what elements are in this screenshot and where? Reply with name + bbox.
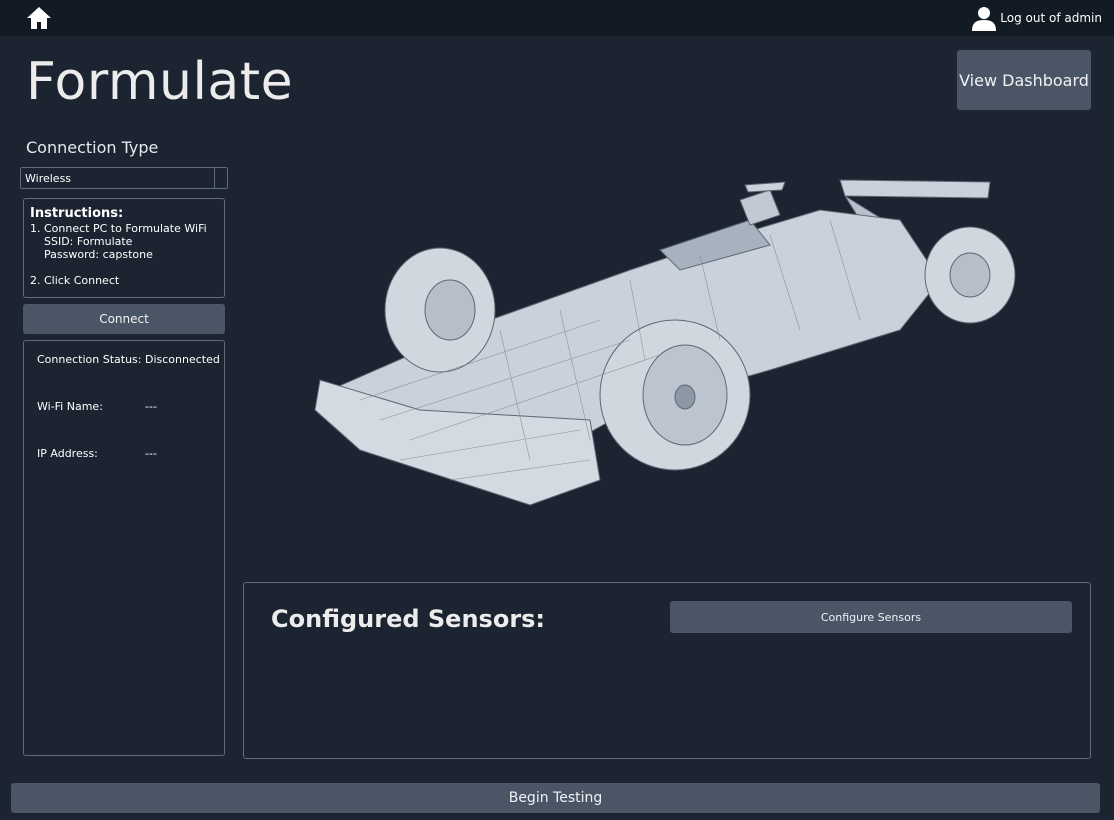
connect-button[interactable]: Connect bbox=[23, 304, 225, 334]
instructions-line: SSID: Formulate bbox=[44, 235, 133, 248]
configured-sensors-panel: Configured Sensors: Configure Sensors bbox=[243, 582, 1091, 759]
wifi-key: Wi-Fi Name: bbox=[37, 400, 103, 413]
connection-type-label: Connection Type bbox=[26, 138, 159, 157]
app-title: Formulate bbox=[26, 52, 294, 112]
wifi-value: --- bbox=[145, 400, 157, 413]
home-icon[interactable] bbox=[26, 6, 52, 30]
connection-type-value: Wireless bbox=[25, 171, 72, 185]
top-bar: Log out of admin bbox=[0, 0, 1114, 36]
logout-button[interactable]: Log out of admin bbox=[971, 5, 1102, 31]
race-car-wireframe-image bbox=[314, 179, 1016, 506]
view-dashboard-button[interactable]: View Dashboard bbox=[957, 50, 1091, 110]
instructions-line: Password: capstone bbox=[44, 248, 153, 261]
logout-label: Log out of admin bbox=[1000, 11, 1102, 25]
status-value: Disconnected bbox=[145, 353, 220, 366]
connection-status-panel: Connection Status: Disconnected Wi-Fi Na… bbox=[23, 340, 225, 756]
configure-sensors-button[interactable]: Configure Sensors bbox=[670, 601, 1072, 633]
user-icon bbox=[972, 7, 997, 31]
status-row: Connection Status: Disconnected bbox=[37, 353, 220, 366]
connection-type-select[interactable]: Wireless bbox=[20, 167, 228, 189]
ip-value: --- bbox=[145, 447, 157, 460]
status-key: Connection Status: bbox=[37, 353, 142, 366]
ip-row: IP Address: --- bbox=[37, 447, 157, 460]
configured-sensors-title: Configured Sensors: bbox=[271, 605, 546, 633]
instructions-panel: Instructions: 1. Connect PC to Formulate… bbox=[23, 198, 225, 298]
ip-key: IP Address: bbox=[37, 447, 98, 460]
wifi-row: Wi-Fi Name: --- bbox=[37, 400, 157, 413]
instructions-line: 1. Connect PC to Formulate WiFi bbox=[30, 222, 207, 235]
instructions-line: 2. Click Connect bbox=[30, 274, 120, 287]
instructions-heading: Instructions: bbox=[30, 206, 124, 221]
dropdown-arrow-icon[interactable] bbox=[214, 168, 227, 188]
begin-testing-button[interactable]: Begin Testing bbox=[11, 783, 1100, 813]
